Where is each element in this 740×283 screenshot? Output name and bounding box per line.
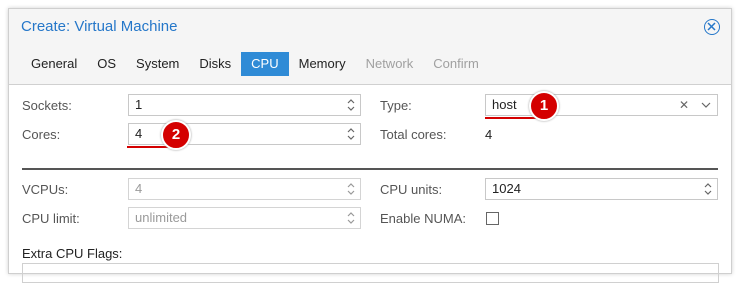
cores-value: 4 bbox=[135, 126, 143, 141]
section-divider bbox=[22, 168, 718, 170]
spinner-icon[interactable] bbox=[346, 210, 356, 226]
tab-network: Network bbox=[365, 56, 414, 71]
cpu-panel: Sockets: 1 Type: host ✕ Cores: 4 Total c… bbox=[9, 84, 731, 283]
total-cores-value: 4 bbox=[485, 127, 493, 142]
annotation-underline-1 bbox=[485, 117, 541, 119]
wizard-tabs: General OS System Disks CPU Memory Netwo… bbox=[21, 52, 489, 76]
spinner-icon[interactable] bbox=[703, 181, 713, 197]
vcpus-value: 4 bbox=[135, 181, 143, 196]
dialog-title: Create: Virtual Machine bbox=[21, 18, 178, 35]
vcpus-field[interactable]: 4 bbox=[128, 178, 361, 200]
clear-icon[interactable]: ✕ bbox=[679, 95, 689, 115]
extra-cpu-flags-label: Extra CPU Flags: bbox=[22, 246, 123, 261]
sockets-field[interactable]: 1 bbox=[128, 94, 361, 116]
type-combo[interactable]: host ✕ bbox=[485, 94, 718, 116]
create-vm-dialog: Create: Virtual Machine General OS Syste… bbox=[8, 8, 732, 283]
vcpus-label: VCPUs: bbox=[22, 182, 69, 197]
spinner-icon[interactable] bbox=[346, 97, 356, 113]
annotation-badge-1: 1 bbox=[529, 91, 559, 121]
type-value: host bbox=[492, 97, 517, 112]
tab-disks[interactable]: Disks bbox=[189, 52, 241, 76]
enable-numa-checkbox[interactable] bbox=[486, 212, 499, 225]
annotation-badge-2: 2 bbox=[161, 120, 191, 150]
cores-label: Cores: bbox=[22, 127, 61, 142]
tab-confirm: Confirm bbox=[433, 56, 479, 71]
cpu-units-value: 1024 bbox=[492, 181, 521, 196]
cpu-units-field[interactable]: 1024 bbox=[485, 178, 718, 200]
extra-cpu-flags-grid[interactable] bbox=[22, 263, 719, 283]
tab-cpu[interactable]: CPU bbox=[241, 52, 289, 76]
cpu-units-label: CPU units: bbox=[380, 182, 443, 197]
spinner-icon[interactable] bbox=[346, 181, 356, 197]
enable-numa-label: Enable NUMA: bbox=[380, 211, 466, 226]
tab-memory[interactable]: Memory bbox=[289, 52, 356, 76]
dialog-titlebar: Create: Virtual Machine bbox=[9, 9, 731, 47]
sockets-value: 1 bbox=[135, 97, 143, 112]
sockets-label: Sockets: bbox=[22, 98, 72, 113]
total-cores-label: Total cores: bbox=[380, 127, 447, 142]
tab-general[interactable]: General bbox=[21, 52, 87, 76]
tab-system[interactable]: System bbox=[126, 52, 189, 76]
cpu-limit-label: CPU limit: bbox=[22, 211, 80, 226]
tab-os[interactable]: OS bbox=[87, 52, 126, 76]
spinner-icon[interactable] bbox=[346, 126, 356, 142]
cpu-limit-field[interactable]: unlimited bbox=[128, 207, 361, 229]
close-icon[interactable] bbox=[704, 19, 720, 35]
type-label: Type: bbox=[380, 98, 412, 113]
chevron-down-icon[interactable] bbox=[701, 102, 711, 109]
cpu-limit-value: unlimited bbox=[135, 210, 188, 225]
